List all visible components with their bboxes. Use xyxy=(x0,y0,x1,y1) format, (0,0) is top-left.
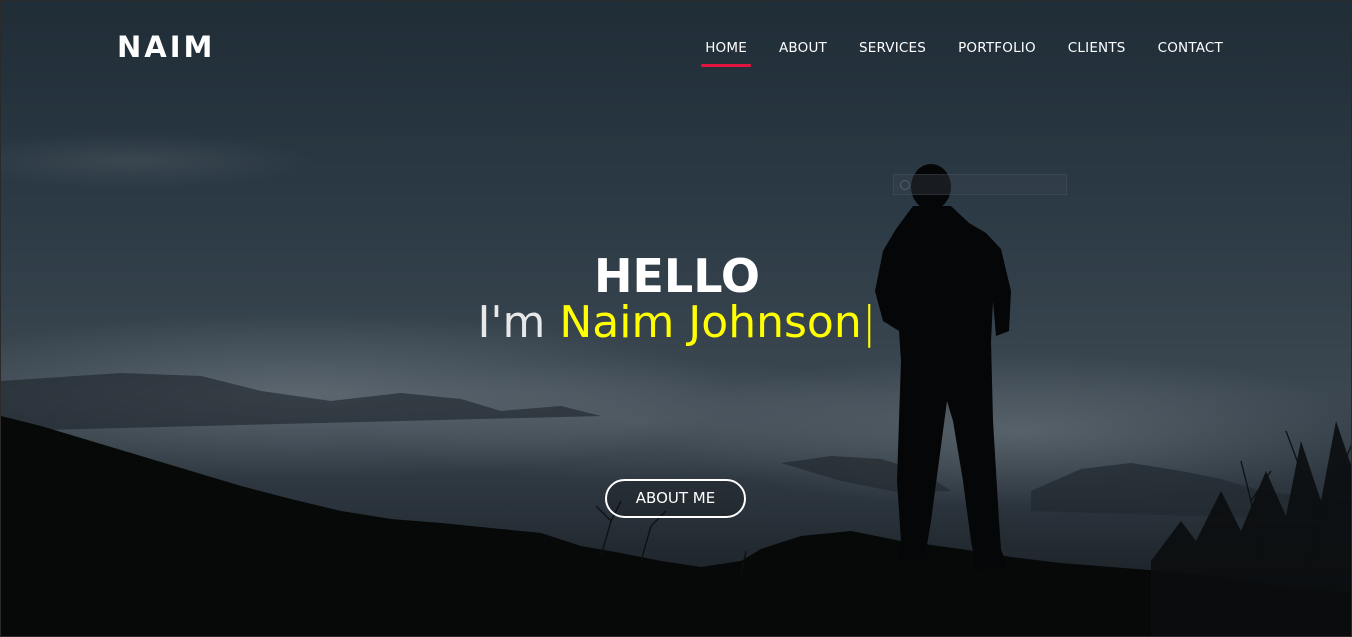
distant-hills xyxy=(1,373,601,431)
hero-intro: I'm Naim Johnson| xyxy=(1,293,1351,353)
nav-item-contact[interactable]: CONTACT xyxy=(1142,37,1239,59)
hero-section: NAIM HOME ABOUT SERVICES PORTFOLIO CLIEN… xyxy=(0,0,1352,637)
shrub-right xyxy=(1151,421,1351,636)
search-icon xyxy=(900,180,910,190)
nav-item-home[interactable]: HOME xyxy=(689,37,763,67)
nav-item-services[interactable]: SERVICES xyxy=(843,37,942,59)
about-me-button[interactable]: ABOUT ME xyxy=(605,479,746,518)
intro-name: Naim Johnson xyxy=(559,297,862,348)
faint-search-overlay xyxy=(893,174,1067,195)
nav-item-about[interactable]: ABOUT xyxy=(763,37,843,59)
typing-cursor: | xyxy=(861,297,877,348)
site-logo[interactable]: NAIM xyxy=(117,29,215,65)
intro-prefix: I'm xyxy=(477,297,560,348)
nav-item-portfolio[interactable]: PORTFOLIO xyxy=(942,37,1052,59)
nav-item-clients[interactable]: CLIENTS xyxy=(1052,37,1142,59)
main-nav: HOME ABOUT SERVICES PORTFOLIO CLIENTS CO… xyxy=(689,37,1239,67)
foreground-mountain xyxy=(1,416,1351,636)
person-silhouette xyxy=(875,164,1011,569)
